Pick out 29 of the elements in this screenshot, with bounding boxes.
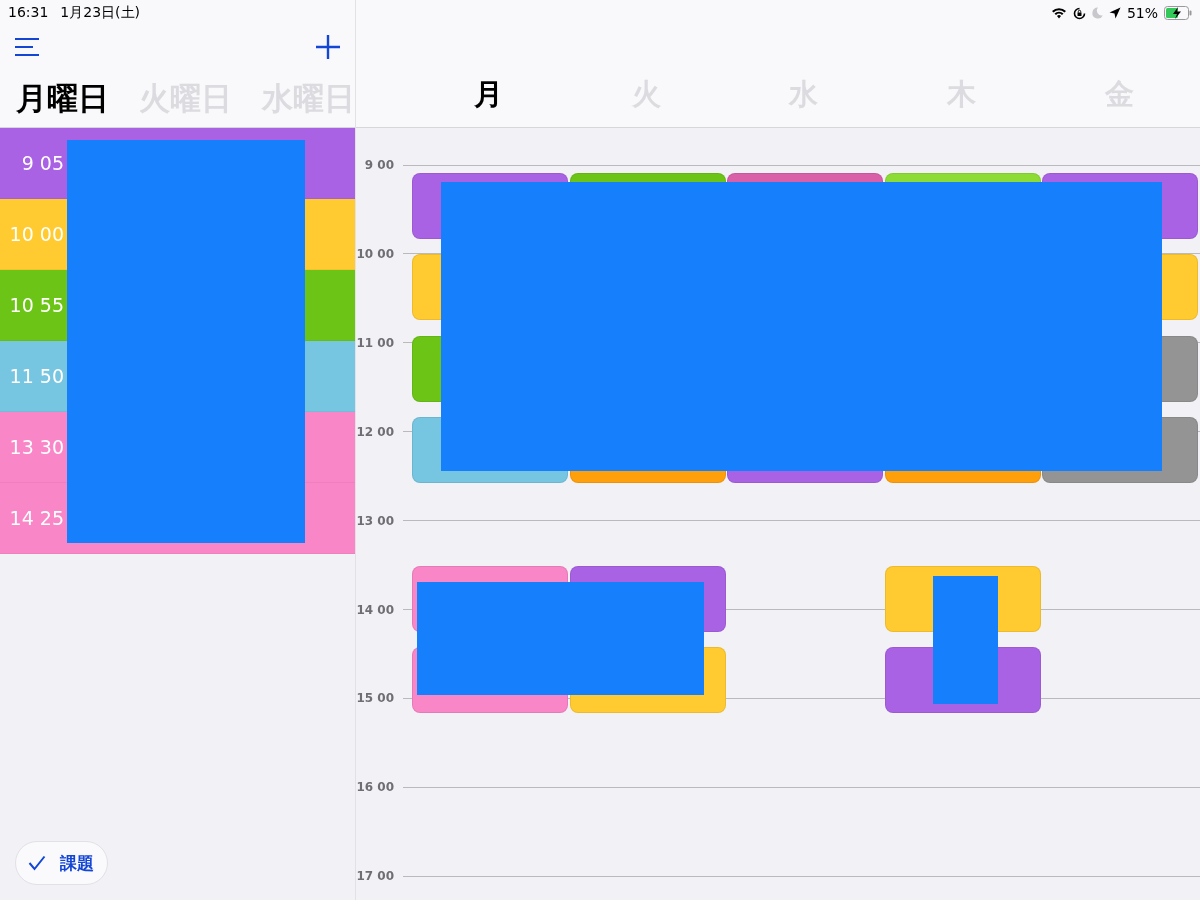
hour-label: 10 00 [356,246,395,261]
period-time: 10 00 [8,223,64,245]
task-button[interactable]: 課題 [15,841,108,885]
hour-label: 17 00 [356,869,395,884]
add-icon[interactable] [315,34,341,60]
status-date: 1月23日(土) [60,4,140,22]
location-arrow-icon [1108,7,1121,19]
period-time: 14 25 [8,507,64,529]
menu-icon[interactable] [14,37,40,57]
hour-label: 15 00 [356,691,395,706]
hour-label: 9 00 [363,158,395,172]
hour-label: 12 00 [356,424,395,439]
period-time: 10 55 [8,294,64,316]
hour-label: 11 00 [356,335,395,350]
hour-label: 14 00 [356,602,395,617]
wifi-icon [1050,7,1067,19]
day-tab[interactable]: 月 [474,75,504,115]
moon-icon [1091,7,1103,19]
rotation-lock-icon [1072,6,1086,20]
day-tab[interactable]: 月曜日 [16,78,109,120]
clock-time: 16:31 [8,4,49,22]
battery-charging-icon [1164,6,1192,20]
battery-percentage: 51% [1126,5,1158,21]
hour-label: 13 00 [356,513,395,528]
period-time: 9 05 [20,152,64,174]
hour-label: 16 00 [356,780,395,795]
checkmark-icon [28,855,46,871]
period-time: 11 50 [8,365,64,387]
period-time: 13 30 [8,436,64,458]
